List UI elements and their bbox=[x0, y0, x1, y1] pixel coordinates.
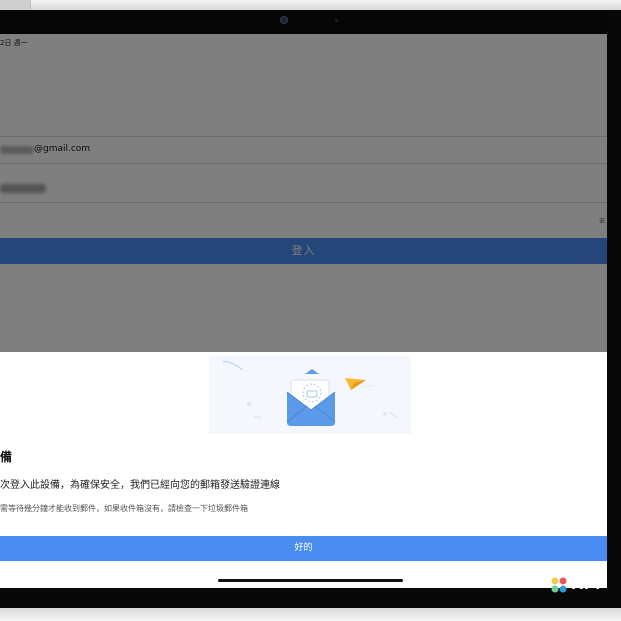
sheet-description: 次登入此設備，為確保安全，我們已經向您的郵箱發送驗證連線 bbox=[0, 480, 280, 491]
device-bezel-bottom bbox=[0, 588, 621, 610]
sheet-title: 備 bbox=[0, 450, 13, 464]
tablet-screenshot: 2日 週一 @gmail.com ꕤ 登入 bbox=[0, 0, 621, 621]
logo-icon bbox=[551, 577, 567, 593]
paper-plane-icon bbox=[345, 378, 366, 390]
watermark-text: APP bbox=[572, 577, 607, 593]
watermark: APP bbox=[550, 576, 621, 594]
verification-sheet: 備 次登入此設備，為確保安全，我們已經向您的郵箱發送驗證連線 需等待幾分鐘才能收… bbox=[0, 352, 607, 588]
device-bezel-top bbox=[0, 10, 621, 34]
ok-button[interactable]: 好的 bbox=[0, 536, 607, 561]
device-screen: 2日 週一 @gmail.com ꕤ 登入 bbox=[0, 34, 607, 588]
device-frame-bottom bbox=[0, 608, 621, 621]
envelope-icon bbox=[209, 356, 411, 434]
window-corner bbox=[0, 0, 31, 10]
sheet-note: 需等待幾分鐘才能收到郵件，如果收件箱沒有，請檢查一下垃圾郵件箱 bbox=[0, 504, 248, 513]
camera-icon bbox=[280, 16, 288, 24]
home-indicator[interactable] bbox=[218, 579, 403, 582]
device-frame-top bbox=[0, 0, 621, 10]
device-bezel-right bbox=[607, 10, 621, 600]
sensor-dot bbox=[335, 19, 338, 22]
envelope-illustration bbox=[222, 360, 398, 426]
